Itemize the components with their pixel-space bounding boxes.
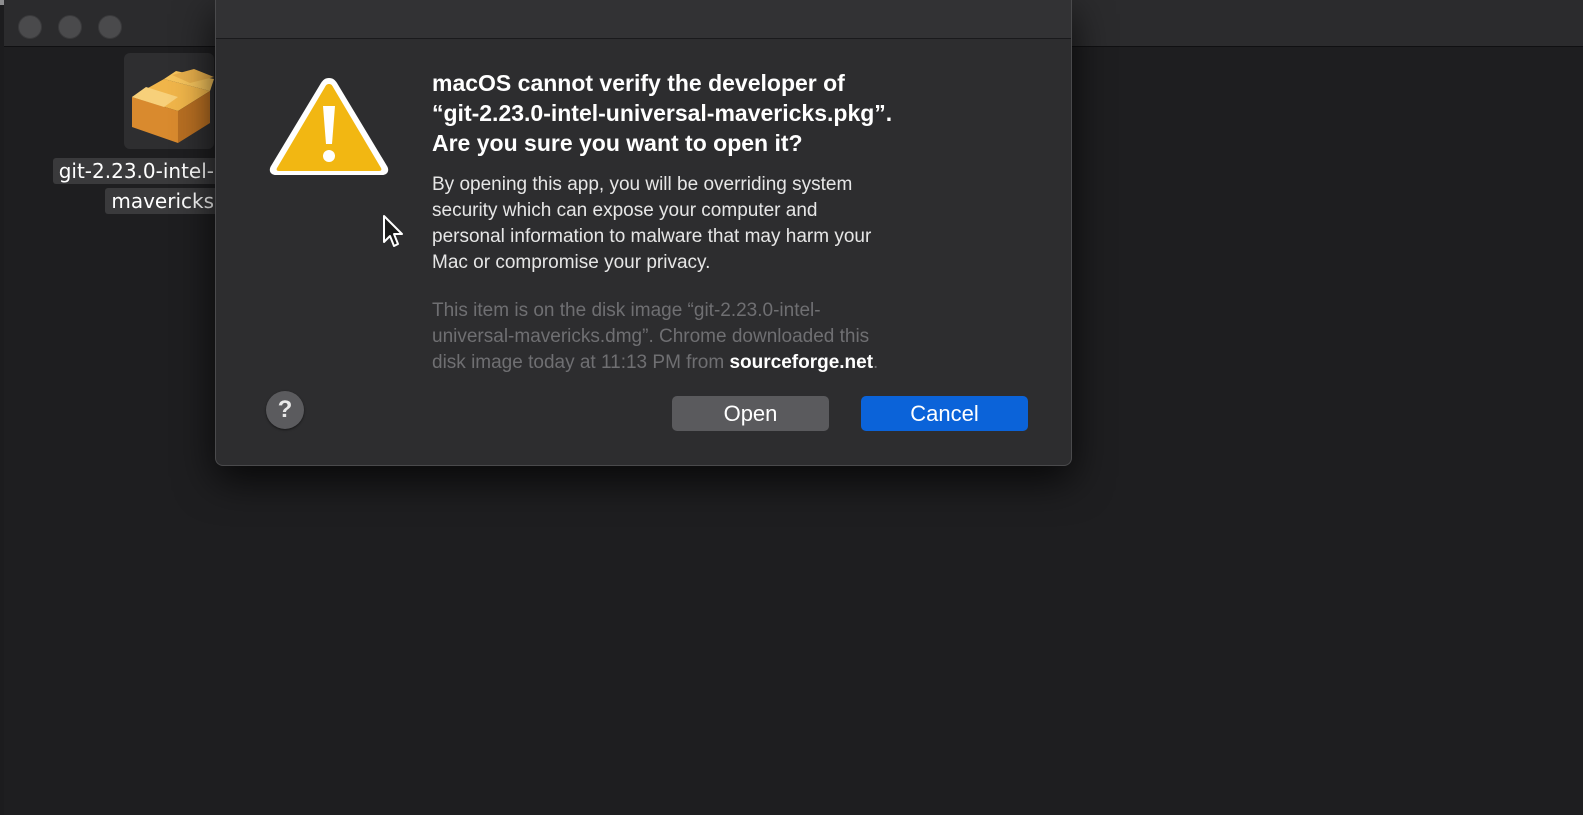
- source-line-suffix: .: [873, 352, 879, 373]
- zoom-window-button[interactable]: [98, 15, 122, 39]
- body-line: Mac or compromise your privacy.: [432, 252, 711, 273]
- headline-line: Are you sure you want to open it?: [432, 130, 803, 156]
- close-window-button[interactable]: [18, 15, 42, 39]
- source-website-link[interactable]: sourceforge.net: [729, 352, 873, 373]
- package-file-item[interactable]: git-2.23.0-intel- mavericks: [20, 53, 220, 223]
- file-name-label: mavericks: [105, 188, 220, 214]
- mouse-pointer-icon: [383, 215, 403, 247]
- source-line-prefix: disk image today at 11:13 PM from: [432, 352, 730, 373]
- dialog-titlebar: [216, 0, 1071, 39]
- security-warning-dialog: macOS cannot verify the developer of “gi…: [215, 0, 1072, 466]
- open-button[interactable]: Open: [672, 396, 829, 431]
- package-icon[interactable]: [124, 53, 214, 149]
- download-source-info: This item is on the disk image “git-2.23…: [432, 298, 1032, 376]
- dialog-body-text: By opening this app, you will be overrid…: [432, 172, 1022, 276]
- warning-triangle-icon: [269, 78, 389, 175]
- headline-line: “git-2.23.0-intel-universal-mavericks.pk…: [432, 100, 893, 126]
- help-icon[interactable]: ?: [266, 391, 304, 429]
- body-line: personal information to malware that may…: [432, 226, 872, 247]
- source-line: disk image today at 11:13 PM from source…: [432, 350, 1032, 376]
- cancel-button[interactable]: Cancel: [861, 396, 1028, 431]
- source-line: This item is on the disk image “git-2.23…: [432, 300, 821, 321]
- file-name-label: git-2.23.0-intel-: [52, 158, 220, 184]
- headline-line: macOS cannot verify the developer of: [432, 70, 845, 96]
- body-line: By opening this app, you will be overrid…: [432, 174, 853, 195]
- minimize-window-button[interactable]: [58, 15, 82, 39]
- source-line: universal-mavericks.dmg”. Chrome downloa…: [432, 326, 870, 347]
- body-line: security which can expose your computer …: [432, 200, 818, 221]
- dialog-headline: macOS cannot verify the developer of “gi…: [432, 68, 1052, 158]
